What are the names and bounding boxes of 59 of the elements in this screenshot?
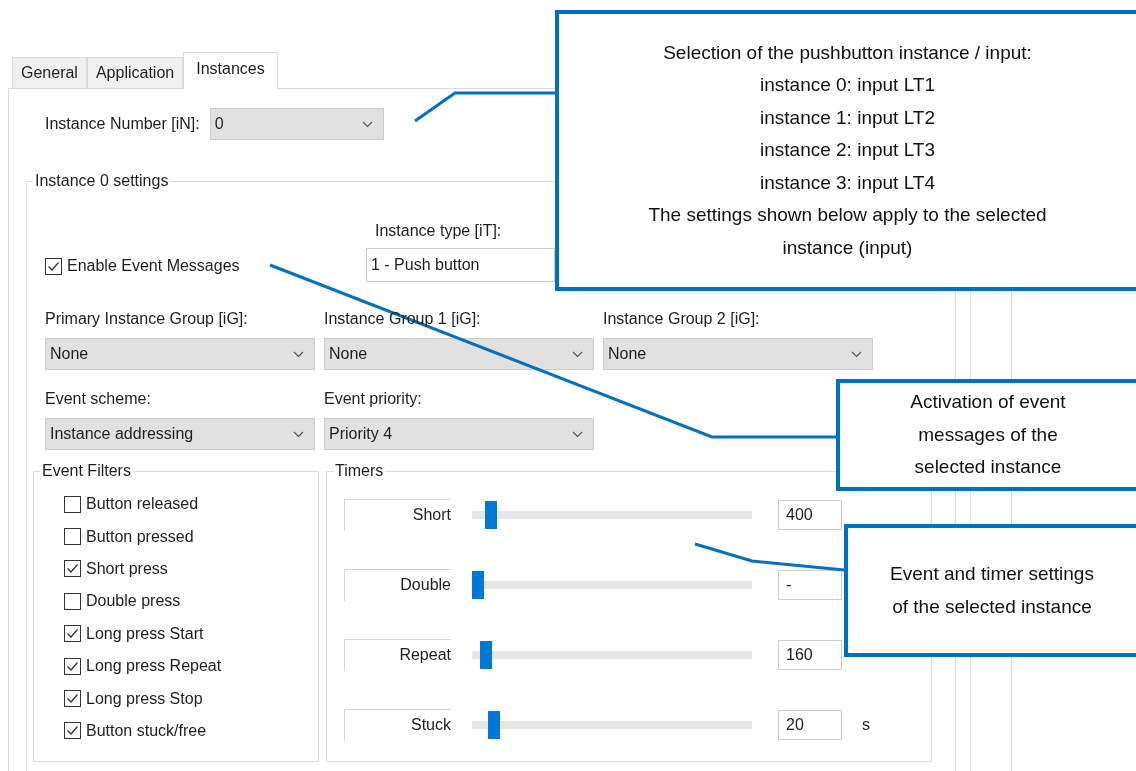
field-label: Instance Number [iN]: xyxy=(45,115,200,133)
checkbox-label[interactable]: Enable Event Messages xyxy=(67,257,240,275)
chevron-icon xyxy=(572,350,583,358)
dropdown[interactable]: None xyxy=(45,338,315,370)
unit-label: s xyxy=(862,716,870,734)
field-label: Instance type [iT]: xyxy=(374,222,503,240)
chevron-icon xyxy=(293,430,304,438)
callout-text: Activation of event messages of the selected instance xyxy=(910,390,1066,480)
callout-text: Event and timer settings of the selected instance xyxy=(890,562,1094,619)
checkbox-label[interactable]: Short press xyxy=(86,559,168,578)
slider-thumb[interactable] xyxy=(488,711,501,739)
dropdown[interactable]: 1 - Push button xyxy=(366,248,555,282)
group-title: Instance 0 settings xyxy=(34,172,170,190)
checkbox-label[interactable]: Double press xyxy=(86,592,181,611)
field-label: Instance Group 2 [iG]: xyxy=(603,310,761,328)
checkbox[interactable] xyxy=(45,257,62,275)
checkbox-label[interactable]: Long press Repeat xyxy=(86,657,222,676)
dropdown[interactable]: 0 xyxy=(209,108,384,140)
checkbox-label[interactable]: Button released xyxy=(86,495,199,514)
slider-thumb[interactable] xyxy=(485,501,498,529)
checkbox[interactable] xyxy=(64,495,81,513)
dropdown[interactable]: None xyxy=(603,338,873,370)
dropdown[interactable]: Priority 4 xyxy=(324,418,594,450)
checkbox-label[interactable]: Long press Stop xyxy=(86,689,203,708)
checkbox[interactable] xyxy=(64,592,81,610)
input-field[interactable]: - xyxy=(778,570,842,600)
callout-text: Selection of the pushbutton instance / input: instance 0: input LT1 instance 1: input LT2 instance 2: input LT3 instance 3: input LT4 The settings shown below apply to the selected instance (input) xyxy=(648,40,1047,260)
checkbox[interactable] xyxy=(64,722,81,740)
slider-thumb[interactable] xyxy=(480,641,493,669)
field-label: Event priority: xyxy=(324,390,423,408)
checkbox[interactable] xyxy=(64,625,81,643)
input-field[interactable]: 20 xyxy=(778,710,842,740)
chevron-icon xyxy=(293,350,304,358)
slider-thumb[interactable] xyxy=(472,571,484,599)
timer-label: Double xyxy=(344,569,451,601)
timer-label: Short xyxy=(344,499,451,531)
field-label: Event scheme: xyxy=(45,390,152,408)
checkbox-label[interactable]: Long press Start xyxy=(86,624,204,643)
group-title: Timers xyxy=(334,462,385,480)
checkbox-label[interactable]: Button pressed xyxy=(86,527,194,546)
checkbox[interactable] xyxy=(64,690,81,708)
input-field[interactable]: 400 xyxy=(778,500,842,530)
input-field[interactable]: 160 xyxy=(778,640,842,670)
checkbox[interactable] xyxy=(64,657,81,675)
chevron-icon xyxy=(361,120,373,128)
dropdown[interactable]: None xyxy=(324,338,594,370)
chevron-icon xyxy=(572,430,583,438)
tab[interactable]: General xyxy=(12,57,87,88)
checkbox-label[interactable]: Button stuck/free xyxy=(86,721,207,740)
dropdown[interactable]: Instance addressing xyxy=(45,418,315,450)
group-title: Event Filters xyxy=(41,462,132,480)
checkbox[interactable] xyxy=(64,560,81,578)
timer-label: Stuck xyxy=(344,709,451,741)
tab[interactable]: Instances xyxy=(183,52,278,89)
chevron-icon xyxy=(851,350,862,358)
tab[interactable]: Application xyxy=(86,57,184,88)
timer-label: Repeat xyxy=(344,639,451,671)
field-label: Primary Instance Group [iG]: xyxy=(45,310,249,328)
checkbox[interactable] xyxy=(64,528,81,546)
